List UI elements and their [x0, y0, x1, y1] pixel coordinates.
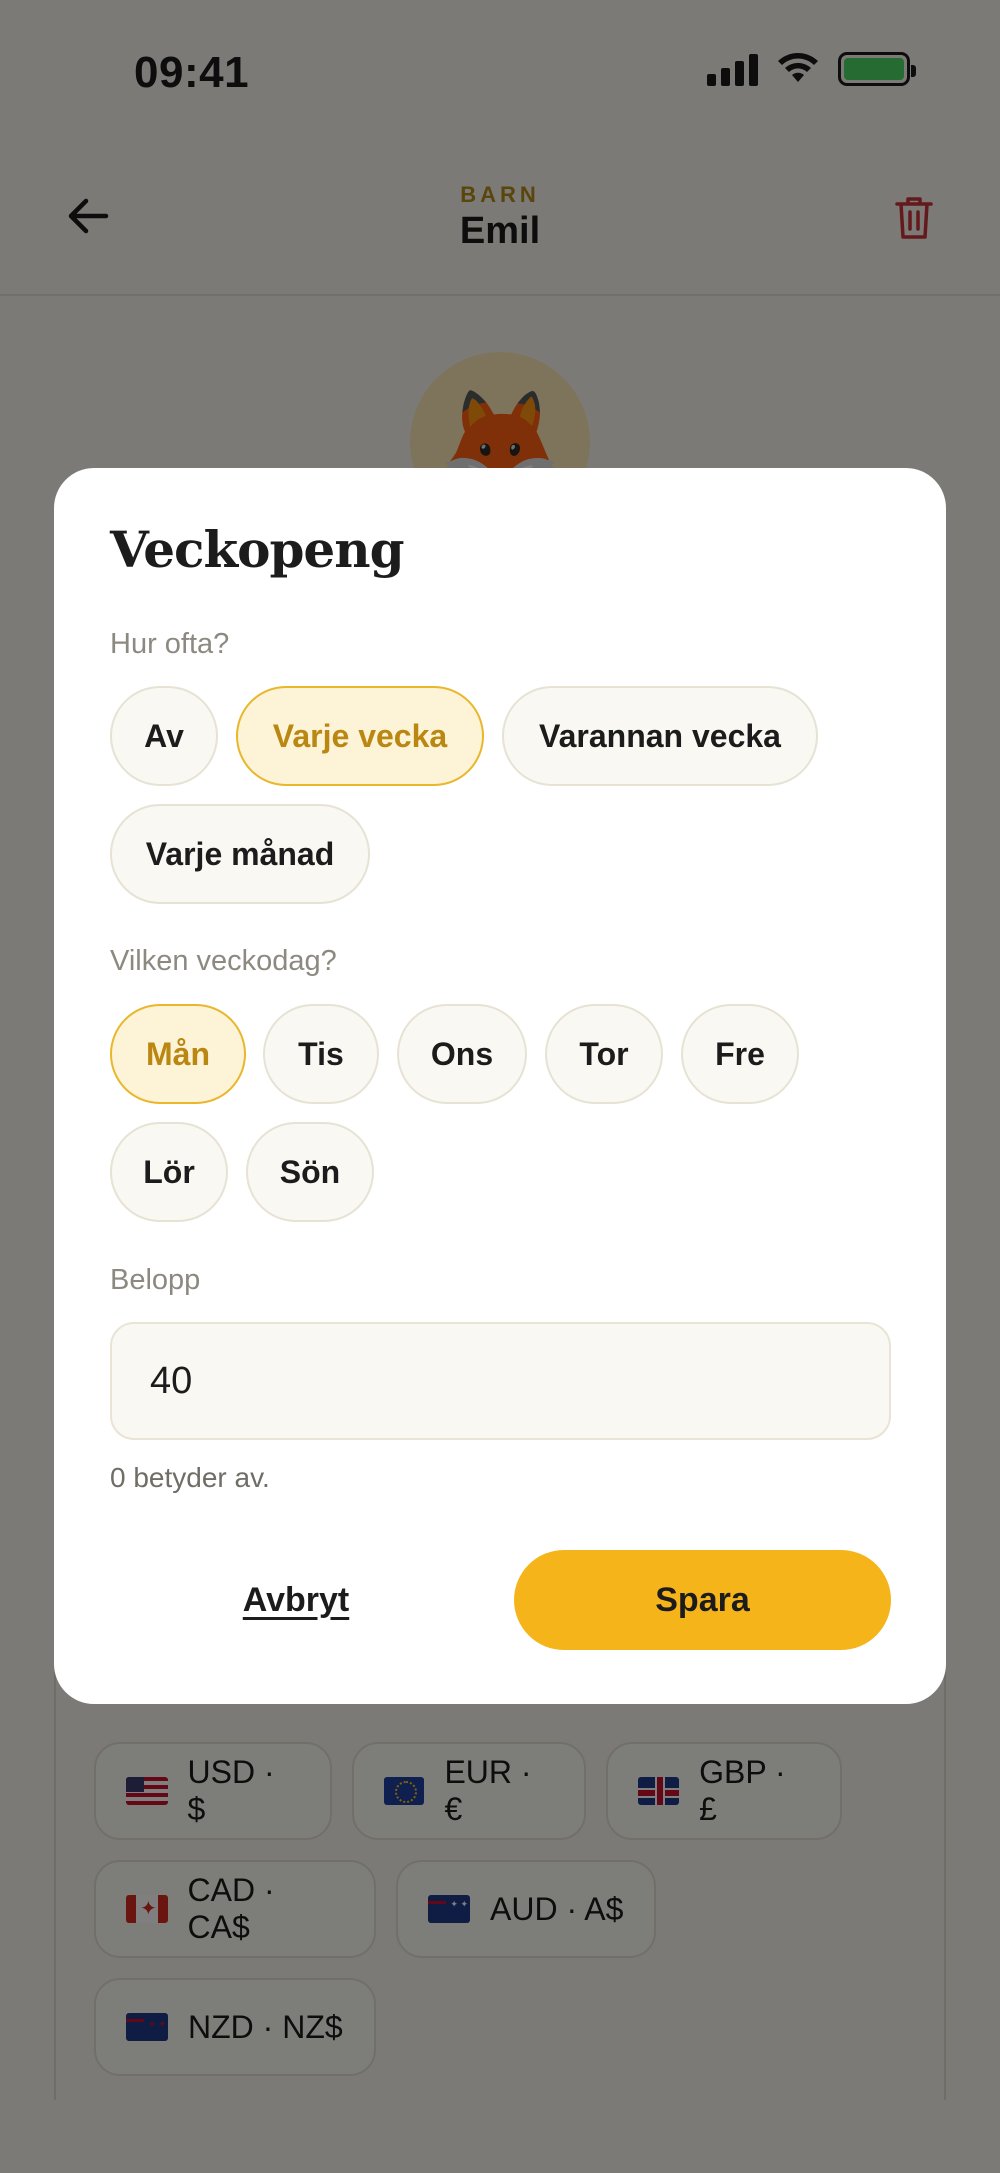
save-button[interactable]: Spara	[514, 1550, 891, 1650]
frequency-option-monthly[interactable]: Varje månad	[110, 804, 370, 904]
cancel-button[interactable]: Avbryt	[110, 1550, 482, 1650]
amount-hint: 0 betyder av.	[110, 1462, 270, 1493]
weekday-option-mon[interactable]: Mån	[110, 1004, 246, 1104]
weekday-option-sun[interactable]: Sön	[246, 1122, 374, 1222]
frequency-option-weekly[interactable]: Varje vecka	[236, 686, 484, 786]
weekday-option-fri[interactable]: Fre	[681, 1004, 799, 1104]
weekday-label: Vilken veckodag?	[110, 945, 337, 977]
weekday-option-tue[interactable]: Tis	[263, 1004, 379, 1104]
amount-label: Belopp	[110, 1264, 201, 1296]
modal-title: Veckopeng	[110, 520, 405, 579]
amount-input[interactable]: 40	[110, 1322, 891, 1440]
frequency-option-biweekly[interactable]: Varannan vecka	[502, 686, 818, 786]
allowance-modal: Veckopeng Hur ofta? Av Varje vecka Varan…	[54, 468, 946, 1704]
frequency-label: Hur ofta?	[110, 628, 230, 660]
weekday-option-wed[interactable]: Ons	[397, 1004, 527, 1104]
weekday-option-thu[interactable]: Tor	[545, 1004, 663, 1104]
frequency-option-off[interactable]: Av	[110, 686, 218, 786]
weekday-option-sat[interactable]: Lör	[110, 1122, 228, 1222]
